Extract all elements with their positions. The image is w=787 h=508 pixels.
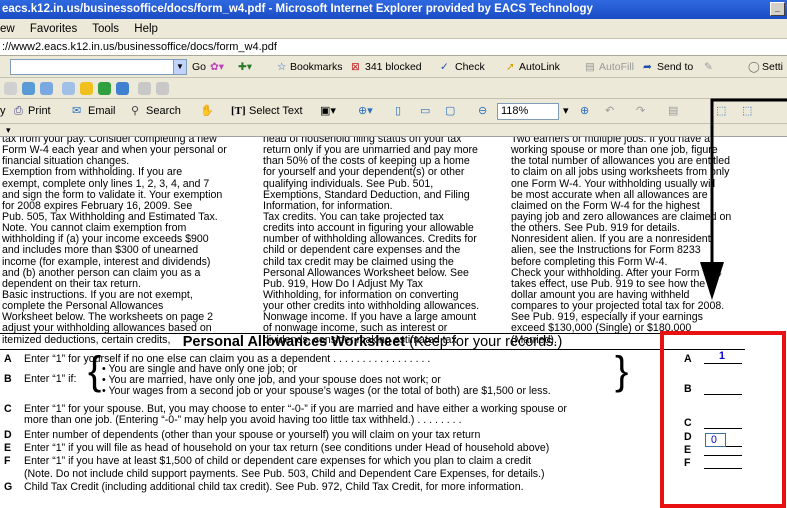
snapshot-icon[interactable]: ▣▾ — [320, 104, 336, 119]
fit-width-icon[interactable]: ▢ — [445, 104, 455, 119]
worksheet-heading: Personal Allowances Worksheet (Keep for … — [0, 333, 745, 350]
toolbar-icon[interactable]: ⬚ — [742, 104, 752, 119]
menu-view[interactable]: ew — [0, 23, 15, 35]
line-letter: E — [4, 442, 12, 454]
text-line: to claim on all jobs using worksheets fr… — [511, 166, 730, 179]
chevron-down-icon[interactable]: ▼ — [173, 59, 187, 75]
go-button[interactable]: Go — [192, 60, 206, 74]
google-toolbar: ▼ Go ✿▾ ✚▾ ☆ Bookmarks ⊠ 341 blocked ✓ C… — [0, 56, 787, 78]
line-letter: G — [4, 481, 13, 493]
sign-icon[interactable]: ⬚ — [716, 104, 726, 119]
address-input[interactable]: ://www2.eacs.k12.in.us/businessoffice/do… — [2, 41, 277, 53]
zoom-level-input[interactable]: 118% — [497, 103, 559, 120]
line-b-3: • Your wages from a second job or your s… — [102, 385, 551, 397]
send-icon: ➦ — [643, 61, 652, 73]
pdf-toolbar: y ⎙ Print ✉ Email ⚲ Search ✋ [T] Select … — [0, 99, 787, 124]
page-icon[interactable]: ▯ — [395, 104, 401, 119]
autofill-button[interactable]: AutoFill — [599, 60, 634, 74]
refresh-icon[interactable] — [22, 82, 35, 95]
menu-favorites[interactable]: Favorites — [30, 23, 77, 35]
rotate-right-icon[interactable]: ↷ — [636, 104, 645, 119]
instructions-column-2: head of household filing status on your … — [263, 137, 511, 346]
zoom-in-icon[interactable]: ⊕▾ — [358, 104, 373, 119]
favorites-icon[interactable] — [80, 82, 93, 95]
hand-tool-icon[interactable]: ✋ — [200, 104, 214, 119]
autolink-icon: ➚ — [506, 61, 515, 73]
check-button[interactable]: Check — [455, 60, 485, 74]
email-icon: ✉ — [72, 105, 82, 117]
line-letter: B — [4, 373, 12, 385]
menu-help[interactable]: Help — [134, 23, 158, 35]
options-icon[interactable]: ✿▾ — [210, 60, 224, 74]
pdf-options-bar[interactable]: ▾ — [0, 124, 787, 137]
binoculars-icon: ⚲ — [131, 105, 140, 117]
text-line: child or dependent care expenses and the — [263, 244, 461, 257]
print-button[interactable]: Print — [28, 104, 51, 119]
stop-icon[interactable] — [4, 82, 17, 95]
worksheet-title: Personal Allowances Worksheet — [182, 334, 406, 350]
line-f-2: (Note. Do not include child support paym… — [24, 468, 545, 480]
address-bar[interactable]: ://www2.eacs.k12.in.us/businessoffice/do… — [0, 39, 787, 56]
media-icon[interactable] — [98, 82, 111, 95]
line-letter: A — [4, 353, 12, 365]
autolink-button[interactable]: AutoLink — [519, 60, 560, 74]
ie-standard-toolbar — [0, 78, 787, 99]
line-g: G Child Tax Credit (including additional … — [4, 481, 524, 493]
text-line: for yourself and your dependent(s) or ot… — [263, 166, 465, 179]
line-c-2: more than one job. (Entering “-0-” may h… — [24, 414, 462, 426]
mail-icon[interactable] — [138, 82, 151, 95]
google-search-input[interactable] — [10, 59, 182, 75]
email-button[interactable]: Email — [88, 104, 116, 119]
window-title-bar: eacs.k12.in.us/businessoffice/docs/form_… — [0, 0, 787, 19]
autofill-icon: ▤ — [585, 61, 595, 73]
search-button[interactable]: Search — [146, 104, 181, 119]
home-icon[interactable] — [40, 82, 53, 95]
zoom-dropdown[interactable]: ▾ — [563, 104, 569, 119]
line-letter: D — [4, 429, 12, 441]
rotate-icon[interactable]: ↶ — [605, 104, 614, 119]
select-text-button[interactable]: Select Text — [249, 104, 303, 119]
text-line: Exemption from withholding. If you are — [2, 166, 183, 179]
menu-bar: ew Favorites Tools Help — [0, 19, 787, 39]
bookmarks-button[interactable]: Bookmarks — [290, 60, 343, 74]
menu-tools[interactable]: Tools — [92, 23, 119, 35]
line-letter: C — [4, 403, 12, 415]
select-text-icon: [T] — [231, 105, 246, 117]
print-icon[interactable] — [156, 82, 169, 95]
search-icon[interactable] — [62, 82, 75, 95]
line-d: D Enter number of dependents (other than … — [4, 429, 481, 441]
minimize-button[interactable]: _ — [770, 2, 785, 16]
line-letter: F — [4, 455, 11, 467]
instructions-column-1: tax from your pay. Consider completing a… — [2, 137, 252, 346]
zoom-out-icon[interactable]: ⊖ — [478, 104, 487, 119]
fit-page-icon[interactable]: ▭ — [420, 104, 430, 119]
worksheet-subtitle: (Keep for your records.) — [409, 334, 563, 350]
text-line: and includes more than $300 of unearned — [2, 244, 199, 257]
text-line: alien, see the Instructions for Form 823… — [511, 244, 701, 257]
instructions-column-3: Two earners or multiple jobs. If you hav… — [511, 137, 751, 346]
highlight-box — [660, 331, 786, 508]
plugin-icon[interactable]: ✚▾ — [238, 60, 252, 74]
popup-blocked-count[interactable]: 341 blocked — [365, 60, 422, 74]
star-icon: ☆ — [277, 61, 287, 73]
spellcheck-icon: ✓ — [440, 61, 449, 73]
print-icon: ⎙ — [14, 105, 23, 117]
history-icon[interactable] — [116, 82, 129, 95]
highlighter-icon[interactable]: ✎ — [704, 60, 713, 74]
zoom-in-plus-icon[interactable]: ⊕ — [580, 104, 589, 119]
popup-blocker-icon: ⊠ — [351, 61, 360, 73]
window-title: eacs.k12.in.us/businessoffice/docs/form_… — [2, 3, 593, 15]
line-b: B Enter “1” if: — [4, 373, 77, 385]
pages-icon[interactable]: ▤ — [668, 104, 678, 119]
send-to-button[interactable]: Send to — [657, 60, 693, 74]
line-e: E Enter “1” if you will file as head of h… — [4, 442, 550, 454]
settings-icon: ◯ — [748, 61, 760, 73]
settings-button[interactable]: Setti — [762, 60, 783, 74]
line-f: F Enter “1” if you have at least $1,500 o… — [4, 455, 532, 467]
